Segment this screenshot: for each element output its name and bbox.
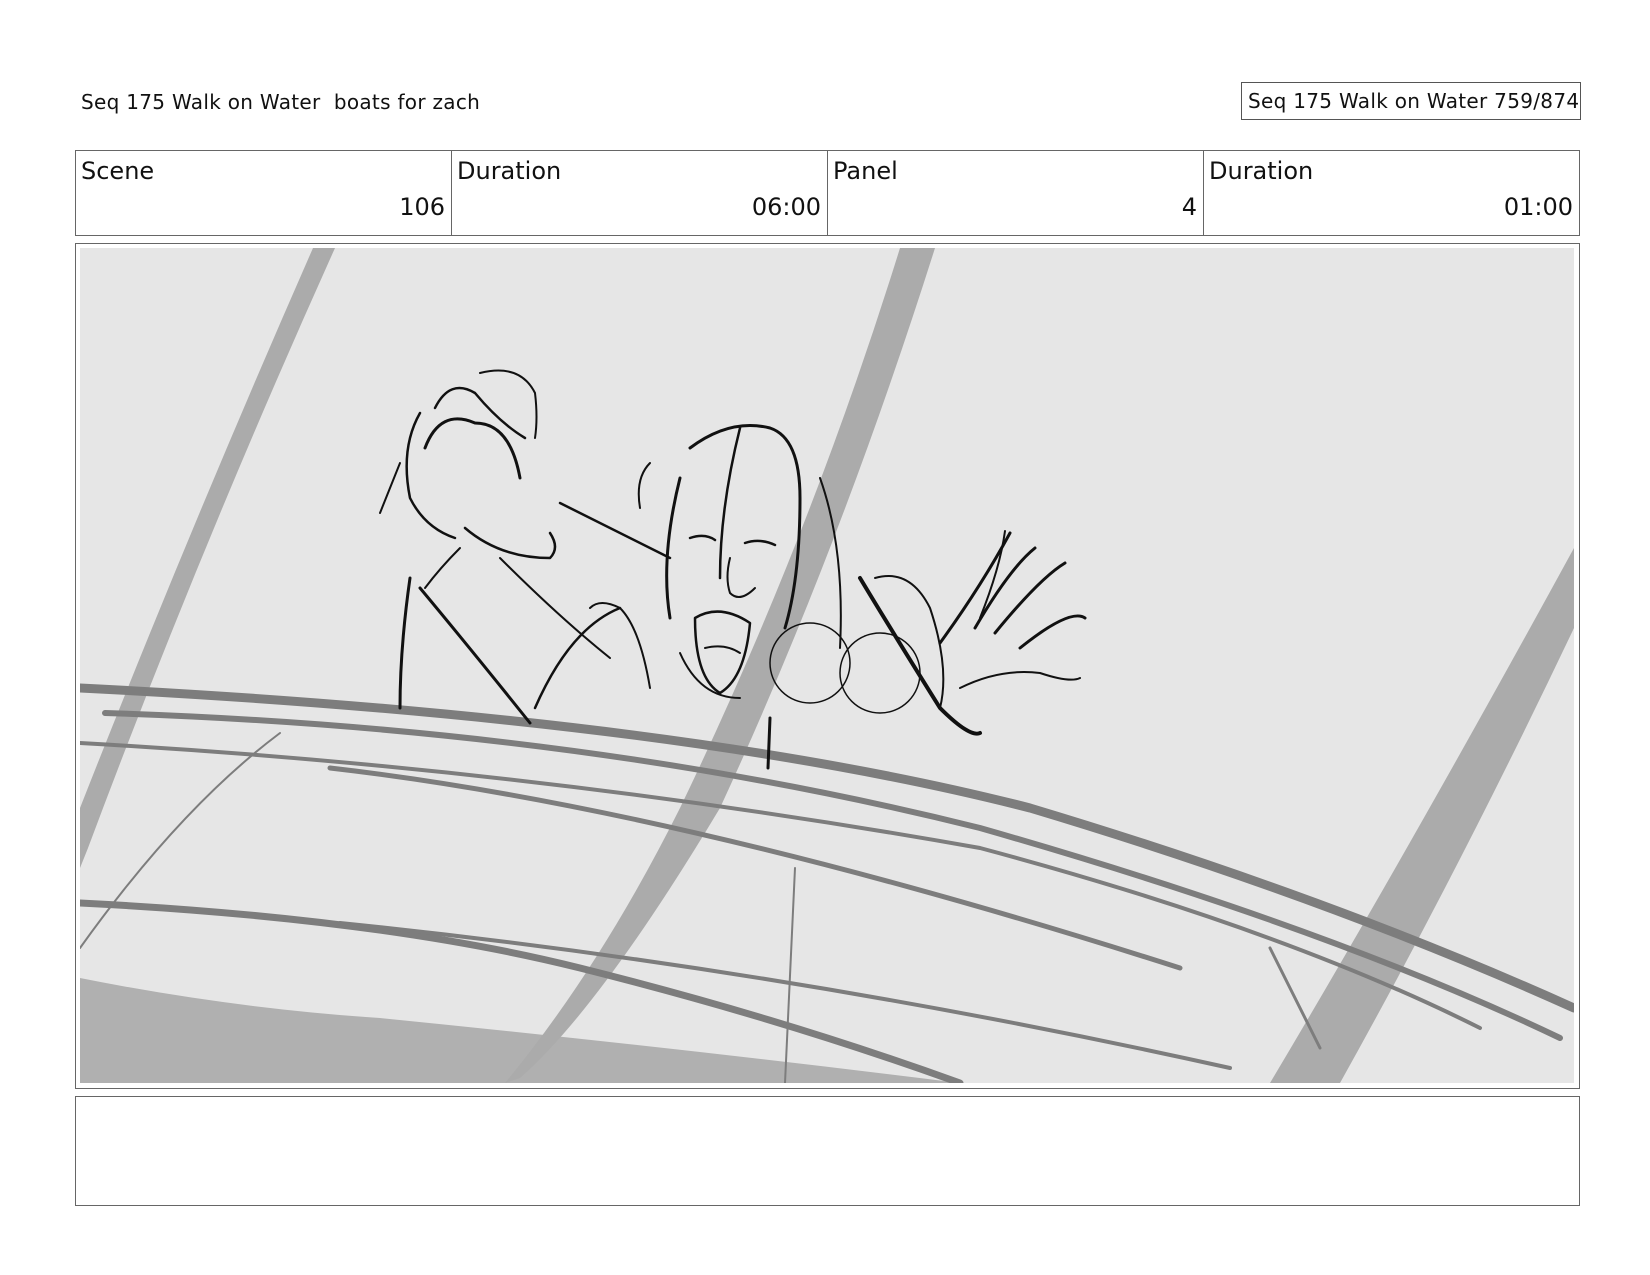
notes-box	[75, 1096, 1580, 1206]
scene-label: Scene	[81, 157, 155, 185]
storyboard-sketch	[80, 248, 1574, 1083]
page-counter: Seq 175 Walk on Water 759/874	[1241, 82, 1581, 120]
sequence-title: Seq 175 Walk on Water boats for zach	[81, 90, 481, 114]
panel-info-table: Scene 106 Duration 06:00 Panel 4 Duratio…	[75, 150, 1580, 236]
panel-cell: Panel 4	[828, 151, 1204, 235]
scene-duration-value: 06:00	[751, 193, 821, 221]
panel-value: 4	[1181, 193, 1197, 221]
panel-label: Panel	[833, 157, 898, 185]
panel-duration-cell: Duration 01:00	[1204, 151, 1579, 235]
scene-value: 106	[399, 193, 445, 221]
scene-cell: Scene 106	[76, 151, 452, 235]
storyboard-panel	[75, 243, 1580, 1089]
panel-duration-value: 01:00	[1503, 193, 1573, 221]
scene-duration-cell: Duration 06:00	[452, 151, 828, 235]
panel-duration-label: Duration	[1209, 157, 1314, 185]
scene-duration-label: Duration	[457, 157, 562, 185]
